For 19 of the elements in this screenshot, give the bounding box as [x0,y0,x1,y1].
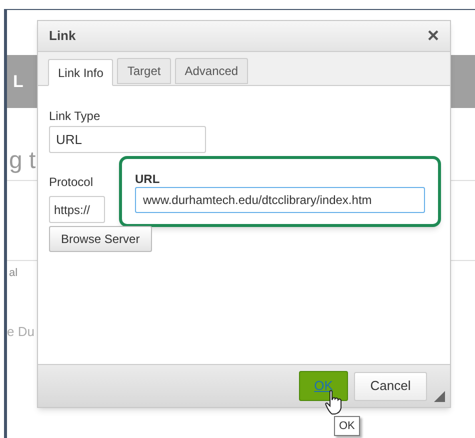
link-type-label: Link Type [49,109,102,123]
editor-body-text: e Du [7,323,34,341]
dialog-tab[interactable]: Target [117,58,171,84]
browse-server-button[interactable]: Browse Server [49,226,152,252]
dialog-title: Link [49,27,76,46]
protocol-label: Protocol [49,175,94,189]
tooltip: OK [334,416,360,436]
url-field[interactable]: www.durhamtech.edu/dtcclibrary/index.htm [135,187,425,213]
url-label: URL [135,172,161,186]
dialog-tab[interactable]: Link Info [48,59,114,86]
dialog-tab[interactable]: Advanced [174,58,248,84]
resize-handle-icon[interactable] [434,391,445,402]
protocol-select[interactable]: https:// [49,196,105,223]
page-heading-text: g t [9,146,36,176]
link-type-select[interactable]: URL [49,126,206,153]
close-button[interactable]: × [427,26,439,46]
page-header-text: L [13,70,24,93]
editor-toolbar-text: al [9,266,18,281]
cancel-button[interactable]: Cancel [354,372,427,400]
